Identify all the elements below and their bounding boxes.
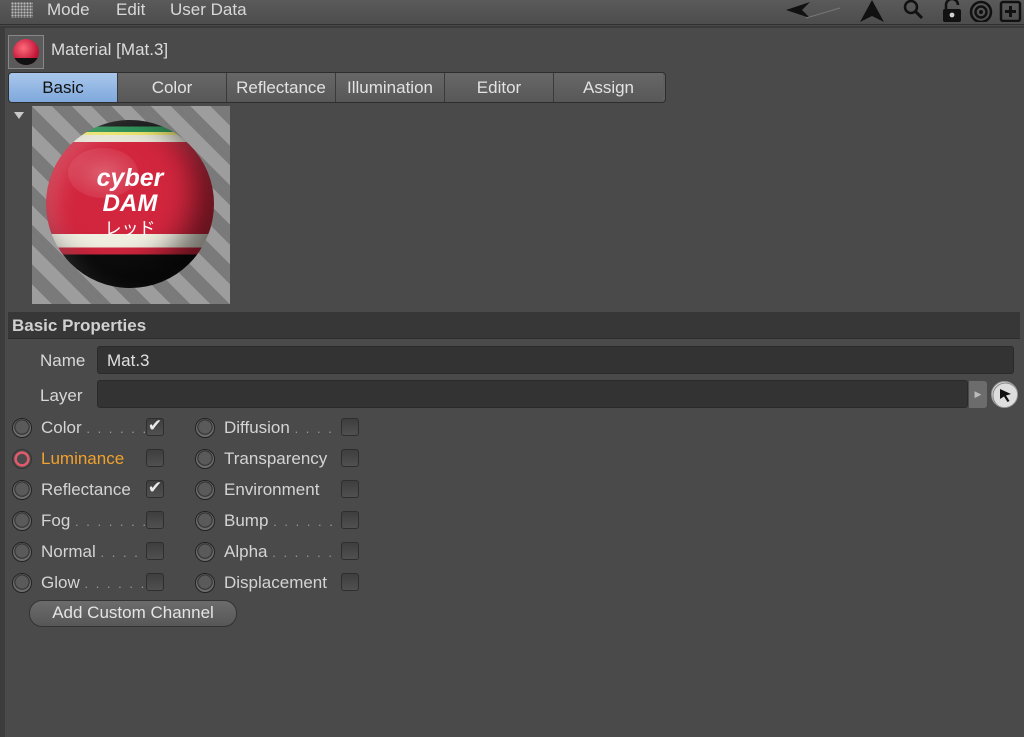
channel-alpha-checkbox[interactable] (341, 542, 359, 560)
channel-fog-checkbox[interactable] (146, 511, 164, 529)
tab-basic[interactable]: Basic (9, 73, 118, 102)
material-ball-icon (13, 39, 39, 65)
tab-assign[interactable]: Assign (554, 73, 663, 102)
layer-menu-arrow-icon[interactable]: ▶ (969, 381, 987, 408)
channel-environment-checkbox[interactable] (341, 480, 359, 498)
material-thumbnail[interactable] (8, 35, 44, 69)
channel-normal-label[interactable]: Normal . . . . (41, 542, 140, 562)
channel-reflectance-label[interactable]: Reflectance (41, 480, 131, 500)
name-field[interactable]: Mat.3 (97, 346, 1014, 374)
add-window-icon[interactable] (999, 0, 1023, 22)
layer-label: Layer (40, 386, 83, 405)
grip-icon[interactable] (11, 2, 33, 18)
channel-displacement-label[interactable]: Displacement (224, 573, 327, 593)
arrow-up-icon[interactable] (858, 0, 886, 22)
menu-edit[interactable]: Edit (116, 0, 145, 22)
menu-user-data[interactable]: User Data (170, 0, 247, 22)
channel-displacement-checkbox[interactable] (341, 573, 359, 591)
sphere-highlight (68, 148, 138, 198)
channel-transparency-checkbox[interactable] (341, 449, 359, 467)
channel-glow-label[interactable]: Glow . . . . . . (41, 573, 146, 593)
channel-fog-radio[interactable] (12, 511, 32, 531)
channel-environment-label[interactable]: Environment (224, 480, 319, 500)
channel-luminance-radio[interactable] (12, 449, 32, 469)
channel-color-label[interactable]: Color . . . . . . (41, 418, 148, 438)
menu-bar: Mode Edit User Data (0, 0, 1024, 25)
target-icon[interactable] (968, 0, 994, 22)
channel-reflectance-checkbox[interactable]: ✔ (146, 479, 164, 498)
left-edge (0, 28, 5, 737)
preview-sphere-label: cyber DAM レッド (97, 164, 165, 239)
layer-field[interactable] (97, 380, 968, 408)
tab-bar: Basic Color Reflectance Illumination Edi… (8, 72, 666, 103)
channel-diffusion-radio[interactable] (195, 418, 215, 438)
section-title: Basic Properties (12, 316, 147, 335)
tab-editor[interactable]: Editor (445, 73, 554, 102)
channel-environment-radio[interactable] (195, 480, 215, 500)
channel-diffusion-label[interactable]: Diffusion . . . . (224, 418, 334, 438)
channel-bump-checkbox[interactable] (341, 511, 359, 529)
separator (0, 26, 1024, 28)
menu-mode[interactable]: Mode (47, 0, 90, 22)
channel-luminance-checkbox[interactable] (146, 449, 164, 467)
channel-color-radio[interactable] (12, 418, 32, 438)
material-preview[interactable]: cyber DAM レッド (32, 106, 230, 304)
name-label: Name (40, 351, 86, 370)
channel-alpha-label[interactable]: Alpha . . . . . . (224, 542, 334, 562)
channel-transparency-radio[interactable] (195, 449, 215, 469)
channel-color-checkbox[interactable]: ✔ (146, 417, 164, 436)
section-header[interactable]: Basic Properties (8, 312, 1020, 339)
channel-bump-label[interactable]: Bump . . . . . . (224, 511, 335, 531)
preview-sphere: cyber DAM レッド (46, 120, 214, 288)
channel-diffusion-checkbox[interactable] (341, 418, 359, 436)
collapse-triangle-icon[interactable] (14, 112, 24, 119)
svg-text:レッド: レッド (105, 219, 156, 239)
channel-transparency-label[interactable]: Transparency (224, 449, 327, 469)
arrow-left-icon[interactable] (784, 0, 846, 22)
channel-normal-checkbox[interactable] (146, 542, 164, 560)
channel-glow-radio[interactable] (12, 573, 32, 593)
tab-illumination[interactable]: Illumination (336, 73, 445, 102)
channel-alpha-radio[interactable] (195, 542, 215, 562)
tab-reflectance[interactable]: Reflectance (227, 73, 336, 102)
add-custom-channel-button[interactable]: Add Custom Channel (29, 600, 237, 627)
channel-displacement-radio[interactable] (195, 573, 215, 593)
lock-icon[interactable] (940, 0, 964, 22)
channel-normal-radio[interactable] (12, 542, 32, 562)
tab-color[interactable]: Color (118, 73, 227, 102)
pick-cursor-icon[interactable] (991, 381, 1018, 408)
channel-luminance-label[interactable]: Luminance (41, 449, 124, 469)
channel-bump-radio[interactable] (195, 511, 215, 531)
channel-fog-label[interactable]: Fog . . . . . . . (41, 511, 148, 531)
material-title: Material [Mat.3] (51, 40, 169, 59)
channel-reflectance-radio[interactable] (12, 480, 32, 500)
channel-glow-checkbox[interactable] (146, 573, 164, 591)
search-icon[interactable] (902, 0, 926, 22)
